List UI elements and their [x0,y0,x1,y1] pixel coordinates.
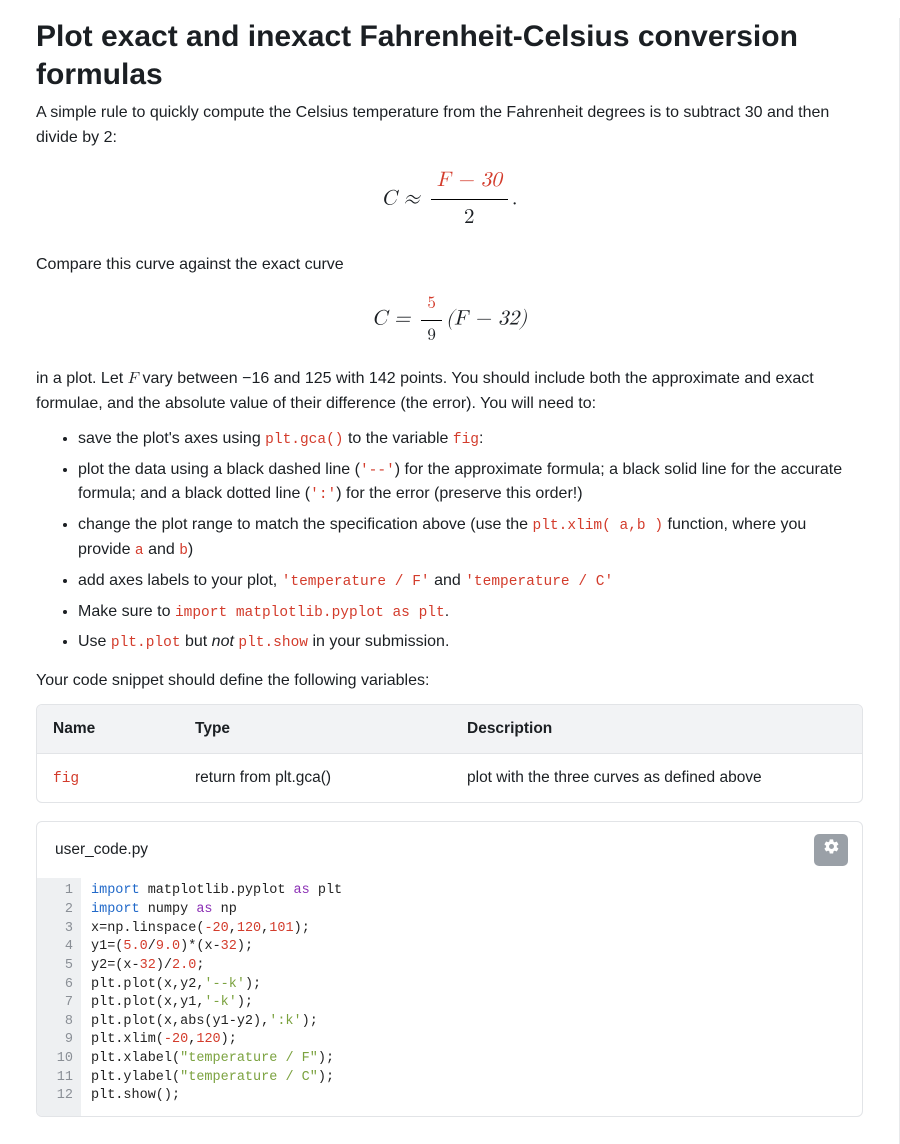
formula-exact: C = 5 9 (F − 32) [36,291,863,349]
settings-button[interactable] [814,834,848,866]
code-editor: user_code.py 123456789101112 import matp… [36,821,863,1117]
code-content[interactable]: import matplotlib.pyplot as pltimport nu… [81,878,862,1116]
compare-paragraph: Compare this curve against the exact cur… [36,253,863,278]
list-item: change the plot range to match the speci… [78,513,863,563]
plot-paragraph: in a plot. Let F vary between −16 and 12… [36,367,863,417]
list-item: Use plt.plot but not plt.show in your su… [78,630,863,655]
line-gutter: 123456789101112 [37,878,81,1116]
intro-paragraph: A simple rule to quickly compute the Cel… [36,101,863,151]
requirements-list: save the plot's axes using plt.gca() to … [36,427,863,655]
list-item: plot the data using a black dashed line … [78,458,863,508]
code-area[interactable]: 123456789101112 import matplotlib.pyplot… [37,878,862,1116]
variables-table: Name Type Description fig return from pl… [36,704,863,803]
col-desc: Description [451,705,862,754]
list-item: add axes labels to your plot, 'temperatu… [78,569,863,594]
page-title: Plot exact and inexact Fahrenheit-Celsiu… [36,18,863,93]
gear-icon [823,838,840,863]
variables-intro: Your code snippet should define the foll… [36,669,863,694]
filename-label: user_code.py [55,838,148,862]
list-item: Make sure to import matplotlib.pyplot as… [78,600,863,625]
col-name: Name [37,705,179,754]
list-item: save the plot's axes using plt.gca() to … [78,427,863,452]
formula-approx: C ≈ F − 30 2 . [36,165,863,235]
col-type: Type [179,705,451,754]
table-row: fig return from plt.gca() plot with the … [37,754,862,802]
